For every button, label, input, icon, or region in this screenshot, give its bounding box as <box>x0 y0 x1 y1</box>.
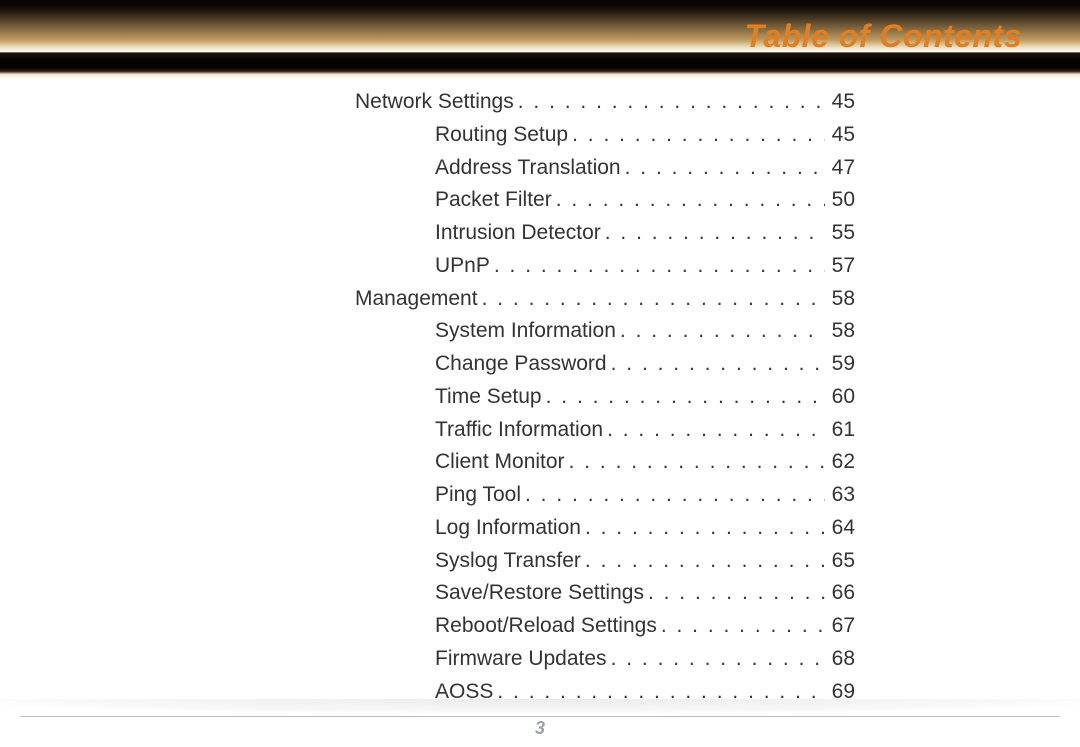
toc-item-title: Ping Tool <box>435 479 521 512</box>
toc-item-title: Save/Restore Settings <box>435 577 644 610</box>
toc-item: Routing Setup . . . . . . . . . . . . . … <box>355 119 855 152</box>
toc-item: Change Password . . . . . . . . . . . . … <box>355 348 855 381</box>
toc-item-title: Traffic Information <box>435 414 603 447</box>
toc-item-page: 47 <box>825 152 855 185</box>
toc-item: Traffic Information . . . . . . . . . . … <box>355 414 855 447</box>
toc-item-page: 57 <box>825 250 855 283</box>
toc-item-page: 67 <box>825 610 855 643</box>
toc-item: Time Setup . . . . . . . . . . . . . . .… <box>355 381 855 414</box>
toc-leader-dots: . . . . . . . . . . . . . . . . . . . . … <box>607 643 825 676</box>
toc-item-page: 68 <box>825 643 855 676</box>
toc-item-page: 45 <box>825 119 855 152</box>
toc-item: Packet Filter . . . . . . . . . . . . . … <box>355 184 855 217</box>
content-area: Network Settings . . . . . . . . . . . .… <box>0 86 1080 747</box>
page-number: 3 <box>535 718 545 739</box>
toc-item-title: Client Monitor <box>435 446 565 479</box>
toc-leader-dots: . . . . . . . . . . . . . . . . . . . . … <box>581 512 825 545</box>
toc-item: Intrusion Detector . . . . . . . . . . .… <box>355 217 855 250</box>
toc-item-page: 59 <box>825 348 855 381</box>
toc-item-title: Change Password <box>435 348 607 381</box>
toc-item-title: Packet Filter <box>435 184 552 217</box>
toc-section-title: Network Settings <box>355 86 514 119</box>
toc-item: UPnP . . . . . . . . . . . . . . . . . .… <box>355 250 855 283</box>
toc-item: Save/Restore Settings . . . . . . . . . … <box>355 577 855 610</box>
toc-leader-dots: . . . . . . . . . . . . . . . . . . . . … <box>542 381 825 414</box>
page-title: Table of Contents <box>744 18 1022 55</box>
toc-item: Ping Tool . . . . . . . . . . . . . . . … <box>355 479 855 512</box>
toc-leader-dots: . . . . . . . . . . . . . . . . . . . . … <box>568 119 825 152</box>
toc-section-page: 45 <box>825 86 855 119</box>
toc-item-page: 65 <box>825 545 855 578</box>
toc-item-page: 58 <box>825 315 855 348</box>
toc-leader-dots: . . . . . . . . . . . . . . . . . . . . … <box>478 283 825 316</box>
toc-item: System Information . . . . . . . . . . .… <box>355 315 855 348</box>
toc-item-title: Routing Setup <box>435 119 568 152</box>
toc-item-page: 55 <box>825 217 855 250</box>
toc-item-title: Address Translation <box>435 152 621 185</box>
toc-item: Log Information . . . . . . . . . . . . … <box>355 512 855 545</box>
toc-leader-dots: . . . . . . . . . . . . . . . . . . . . … <box>521 479 825 512</box>
toc-section-page: 58 <box>825 283 855 316</box>
toc-leader-dots: . . . . . . . . . . . . . . . . . . . . … <box>552 184 825 217</box>
header-band: Table of Contents <box>0 0 1080 80</box>
toc-item-page: 62 <box>825 446 855 479</box>
toc-item: Firmware Updates . . . . . . . . . . . .… <box>355 643 855 676</box>
toc-item-page: 64 <box>825 512 855 545</box>
toc-item: Reboot/Reload Settings . . . . . . . . .… <box>355 610 855 643</box>
toc-item-page: 60 <box>825 381 855 414</box>
toc-leader-dots: . . . . . . . . . . . . . . . . . . . . … <box>644 577 825 610</box>
table-of-contents: Network Settings . . . . . . . . . . . .… <box>355 86 855 708</box>
toc-item: Address Translation . . . . . . . . . . … <box>355 152 855 185</box>
toc-leader-dots: . . . . . . . . . . . . . . . . . . . . … <box>657 610 825 643</box>
toc-item-title: Time Setup <box>435 381 542 414</box>
toc-item-page: 50 <box>825 184 855 217</box>
toc-leader-dots: . . . . . . . . . . . . . . . . . . . . … <box>603 414 825 447</box>
toc-item-title: System Information <box>435 315 616 348</box>
toc-item-title: UPnP <box>435 250 490 283</box>
footer-divider <box>20 716 1060 717</box>
toc-section-title: Management <box>355 283 478 316</box>
toc-section: Management . . . . . . . . . . . . . . .… <box>355 283 855 316</box>
toc-section: Network Settings . . . . . . . . . . . .… <box>355 86 855 119</box>
toc-item: Syslog Transfer . . . . . . . . . . . . … <box>355 545 855 578</box>
toc-item-title: Log Information <box>435 512 581 545</box>
toc-item-title: Intrusion Detector <box>435 217 601 250</box>
toc-item: Client Monitor . . . . . . . . . . . . .… <box>355 446 855 479</box>
toc-item-title: Firmware Updates <box>435 643 607 676</box>
toc-item-title: Syslog Transfer <box>435 545 581 578</box>
toc-leader-dots: . . . . . . . . . . . . . . . . . . . . … <box>601 217 825 250</box>
toc-item-title: Reboot/Reload Settings <box>435 610 657 643</box>
toc-leader-dots: . . . . . . . . . . . . . . . . . . . . … <box>616 315 825 348</box>
toc-leader-dots: . . . . . . . . . . . . . . . . . . . . … <box>490 250 825 283</box>
toc-item-page: 66 <box>825 577 855 610</box>
toc-item-page: 61 <box>825 414 855 447</box>
toc-leader-dots: . . . . . . . . . . . . . . . . . . . . … <box>581 545 825 578</box>
toc-leader-dots: . . . . . . . . . . . . . . . . . . . . … <box>514 86 825 119</box>
toc-leader-dots: . . . . . . . . . . . . . . . . . . . . … <box>565 446 825 479</box>
page-container: Table of Contents Network Settings . . .… <box>0 0 1080 747</box>
toc-item-page: 63 <box>825 479 855 512</box>
toc-leader-dots: . . . . . . . . . . . . . . . . . . . . … <box>607 348 825 381</box>
toc-leader-dots: . . . . . . . . . . . . . . . . . . . . … <box>621 152 825 185</box>
